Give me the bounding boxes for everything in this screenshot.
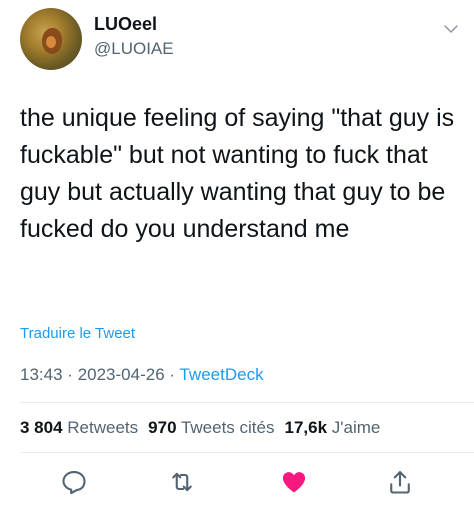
heart-icon[interactable] (280, 468, 308, 496)
meta-separator: · (67, 365, 73, 384)
avatar[interactable] (20, 8, 82, 70)
user-handle[interactable]: @LUOIAE (94, 39, 174, 59)
reply-icon[interactable] (60, 468, 88, 496)
retweets-label: Retweets (67, 418, 139, 437)
action-bar (0, 462, 474, 502)
quotes-label: Tweets cités (180, 418, 275, 437)
tweet-stats: 3 804 Retweets 970 Tweets cités 17,6k J'ai… (20, 418, 380, 438)
tweet-time[interactable]: 13:43 (20, 365, 63, 384)
likes-count: 17,6k (284, 418, 328, 437)
quotes-count: 970 (148, 418, 177, 437)
meta-separator: · (169, 365, 176, 384)
tweet-source[interactable]: TweetDeck (179, 365, 263, 384)
quotes-stat[interactable]: 970 Tweets cités (148, 418, 274, 437)
chevron-down-icon[interactable] (442, 20, 460, 38)
likes-label: J'aime (331, 418, 381, 437)
translate-link[interactable]: Traduire le Tweet (20, 325, 135, 342)
retweets-count: 3 804 (20, 418, 63, 437)
share-icon[interactable] (386, 468, 414, 496)
retweet-icon[interactable] (168, 468, 196, 496)
divider (20, 452, 474, 453)
retweets-stat[interactable]: 3 804 Retweets (20, 418, 138, 437)
tweet-date[interactable]: 2023-04-26 (78, 365, 165, 384)
avatar-bird-image (42, 28, 62, 54)
tweet-card: LUOeel @LUOIAE the unique feeling of say… (0, 0, 474, 508)
display-name[interactable]: LUOeel (94, 14, 157, 35)
tweet-text: the unique feeling of saying "that guy i… (20, 104, 462, 243)
likes-stat[interactable]: 17,6k J'aime (285, 418, 381, 437)
tweet-meta: 13:43 · 2023-04-26 · TweetDeck (20, 365, 264, 385)
divider (20, 402, 474, 403)
